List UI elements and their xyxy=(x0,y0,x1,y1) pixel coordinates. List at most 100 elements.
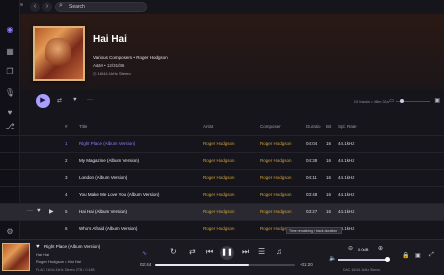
track-composer[interactable]: Roger Hodgson xyxy=(260,209,292,214)
speaker-icon[interactable]: 🔈 xyxy=(329,255,336,262)
track-composer[interactable]: Roger Hodgson xyxy=(260,158,292,163)
now-playing-title[interactable]: Right Place (Album Version) xyxy=(44,244,100,249)
now-playing-album[interactable]: Hai Hai xyxy=(36,252,49,257)
track-artist[interactable]: Roger Hodgson xyxy=(203,141,235,146)
track-number: 5 xyxy=(65,209,68,214)
logo-icon[interactable]: ◉ xyxy=(4,24,16,36)
output-device: DAC 16/44.1kHz Stereo xyxy=(343,268,381,272)
table-row[interactable]: 2 My Magazine (Album Version) Roger Hodg… xyxy=(0,152,444,169)
track-artist[interactable]: Roger Hodgson xyxy=(203,158,235,163)
header-bit[interactable]: Bit xyxy=(326,124,331,129)
forward-button[interactable]: › xyxy=(42,2,52,12)
track-bit: 16 xyxy=(326,192,332,197)
track-duration: 04:38 xyxy=(306,158,318,163)
library-icon[interactable]: ▦ xyxy=(4,46,16,58)
table-row[interactable]: 1 Right Place (Album Version) Roger Hodg… xyxy=(0,135,444,152)
track-number: 4 xyxy=(65,192,68,197)
pause-button[interactable]: ❚❚ xyxy=(220,246,234,260)
now-playing-heart-icon[interactable]: ♥ xyxy=(36,244,40,250)
search-placeholder: Search xyxy=(69,4,85,10)
track-artist[interactable]: Roger Hodgson xyxy=(203,192,235,197)
header-artist[interactable]: Artist xyxy=(203,124,213,129)
track-composer[interactable]: Roger Hodgson xyxy=(260,175,292,180)
header-num[interactable]: # xyxy=(65,124,68,129)
album-header: Hai Hai Various Composers • Roger Hodgso… xyxy=(20,14,444,90)
lyrics-icon[interactable]: ♫ xyxy=(276,247,282,256)
track-rate: 44.1kHz xyxy=(338,175,355,180)
device-icon[interactable]: ▣ xyxy=(415,252,421,259)
album-label-date: A&M • 12/31/86 xyxy=(93,63,125,68)
header-title[interactable]: Title xyxy=(79,124,87,129)
table-header: # Title Artist Composer Duratio Bit Spl.… xyxy=(60,121,444,133)
track-artist[interactable]: Roger Hodgson xyxy=(203,209,235,214)
track-title[interactable]: My Magazine (Album Version) xyxy=(79,158,139,163)
row-heart-icon[interactable]: ♥ xyxy=(37,208,41,214)
album-quality-text: 16/44.1kHz Stereo xyxy=(97,71,131,76)
network-icon[interactable]: ⎇ xyxy=(4,121,16,133)
player-bar: ♥ Right Place (Album Version) Hai Hai Ro… xyxy=(0,239,444,275)
volume-plus-icon[interactable]: ⊕ xyxy=(378,245,383,252)
previous-icon[interactable]: ⏮ xyxy=(206,247,213,257)
zoom-slider-handle[interactable] xyxy=(400,99,404,103)
track-artist[interactable]: Roger Hodgson xyxy=(203,175,235,180)
row-play-icon[interactable]: ▶ xyxy=(49,208,54,215)
microphone-icon[interactable]: 🎙 xyxy=(4,87,16,99)
volume-level: 0.0dB xyxy=(358,247,369,252)
search-input[interactable]: ⌕ Search xyxy=(55,2,147,12)
track-composer[interactable]: Roger Hodgson xyxy=(260,192,292,197)
track-title[interactable]: Right Place (Album Version) xyxy=(79,141,135,146)
elapsed-time: 02:44 xyxy=(140,262,152,267)
volume-handle[interactable] xyxy=(385,257,390,262)
more-icon[interactable]: ··· xyxy=(87,97,93,103)
zoom-in-icon[interactable]: ▣ xyxy=(434,97,440,104)
album-cover[interactable] xyxy=(33,26,85,81)
tracks-summary: 10 tracks • 48m 31s xyxy=(353,99,389,104)
shuffle-icon[interactable]: ⇄ xyxy=(57,97,62,104)
track-title[interactable]: Hai Hai (Album Version) xyxy=(79,209,127,214)
albums-icon[interactable]: ❐ xyxy=(4,66,16,78)
volume-fill[interactable] xyxy=(338,259,386,261)
row-more-icon[interactable]: ··· xyxy=(27,208,33,214)
duration-tooltip: Time remaining / track duration xyxy=(286,227,342,234)
table-row[interactable]: 4 You Make Me Love You (Album Version) R… xyxy=(0,186,444,203)
repeat-icon[interactable]: ↻ xyxy=(170,247,177,256)
album-title: Hai Hai xyxy=(93,34,127,45)
table-row[interactable]: 3 London (Album Version) Roger Hodgson R… xyxy=(0,169,444,186)
play-album-button[interactable]: ▶ xyxy=(36,94,50,108)
favorite-icon[interactable]: ♥ xyxy=(73,97,77,103)
now-playing-cover[interactable] xyxy=(2,243,30,271)
lock-icon[interactable]: 🔒 xyxy=(402,252,409,259)
track-bit: 16 xyxy=(326,209,332,214)
track-rate: 44.1kHz xyxy=(338,192,355,197)
queue-icon[interactable]: ☰ xyxy=(258,247,265,256)
now-playing-quality: FLAC 16/44.1kHz Stereo 2TB • 0.44B xyxy=(36,268,95,272)
album-controls: ▶ ⇄ ♥ ··· 10 tracks • 48m 31s ▭ ▣ xyxy=(20,90,444,114)
table-row[interactable]: 6 Who's Afraid (Album Version) Roger Hod… xyxy=(0,220,444,237)
track-number: 6 xyxy=(65,226,68,231)
track-title[interactable]: Who's Afraid (Album Version) xyxy=(79,226,137,231)
track-composer[interactable]: Roger Hodgson xyxy=(260,141,292,146)
track-duration: 04:04 xyxy=(306,141,318,146)
track-title[interactable]: London (Album Version) xyxy=(79,175,127,180)
shuffle-player-icon[interactable]: ⇄ xyxy=(189,247,196,256)
next-icon[interactable]: ⏭ xyxy=(242,247,249,257)
table-row[interactable]: ··· ♥ ▶ 5 Hai Hai (Album Version) Roger … xyxy=(0,203,444,220)
track-title[interactable]: You Make Me Love You (Album Version) xyxy=(79,192,159,197)
track-bit: 16 xyxy=(326,158,332,163)
heart-icon[interactable]: ♥ xyxy=(4,107,16,119)
back-button[interactable]: ‹ xyxy=(30,2,40,12)
album-composers[interactable]: Various Composers • Roger Hodgson xyxy=(93,55,168,60)
track-artist[interactable]: Roger Hodgson xyxy=(203,226,235,231)
zoom-out-icon[interactable]: ▭ xyxy=(389,98,394,104)
track-rate: 44.1kHz xyxy=(338,158,355,163)
window-dot[interactable] xyxy=(20,3,23,6)
now-playing-artist[interactable]: Roger Hodgson • Hai Hai xyxy=(36,259,81,264)
volume-minus-icon[interactable]: ⊖ xyxy=(348,245,353,252)
progress-fill[interactable] xyxy=(155,264,249,266)
fullscreen-icon[interactable]: ⤢ xyxy=(429,252,434,259)
header-rate[interactable]: Spl. Rate xyxy=(338,124,357,129)
header-duration[interactable]: Duratio xyxy=(306,124,321,129)
track-number: 2 xyxy=(65,158,68,163)
header-composer[interactable]: Composer xyxy=(260,124,281,129)
visualizer-icon[interactable]: ∿ xyxy=(142,250,147,257)
